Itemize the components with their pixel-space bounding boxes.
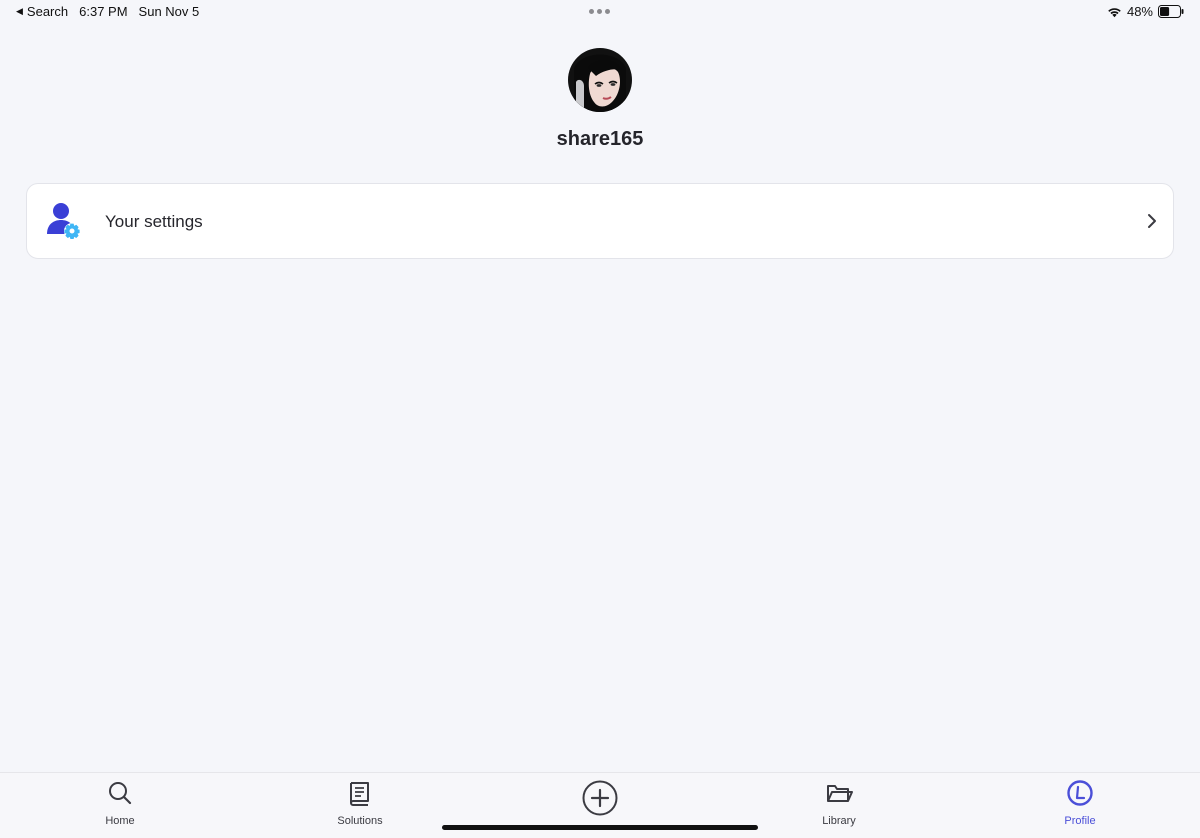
multitasking-menu-button[interactable] — [589, 9, 610, 14]
back-label: Search — [26, 4, 69, 19]
chevron-right-icon — [1148, 214, 1156, 228]
dot-icon — [589, 9, 594, 14]
profile-icon — [1067, 780, 1093, 806]
back-arrow-icon: ◀ — [16, 6, 23, 16]
status-time: 6:37 PM — [79, 4, 128, 19]
tab-label: Home — [105, 815, 135, 827]
tab-library[interactable]: Library — [789, 779, 889, 835]
status-right: 48% — [1107, 4, 1184, 19]
user-settings-icon — [47, 203, 80, 239]
battery-percent: 48% — [1126, 4, 1153, 19]
tab-home[interactable]: Home — [70, 779, 170, 835]
tab-profile[interactable]: Profile — [1030, 779, 1130, 835]
avatar[interactable] — [568, 48, 632, 112]
tab-solutions[interactable]: Solutions — [310, 779, 410, 835]
username: share165 — [556, 128, 644, 150]
plus-circle-icon[interactable] — [582, 780, 618, 816]
profile-screen: ◀ Search 6:37 PM Sun Nov 5 48% share165 … — [0, 0, 1200, 838]
wifi-icon — [1108, 7, 1121, 17]
battery-icon — [1158, 5, 1184, 18]
folder-icon — [827, 785, 853, 802]
home-indicator[interactable] — [442, 825, 758, 830]
status-bar: ◀ Search 6:37 PM Sun Nov 5 48% — [0, 0, 1200, 24]
dot-icon — [605, 9, 610, 14]
back-to-search-button[interactable]: ◀ Search — [16, 4, 68, 19]
tab-label: Solutions — [337, 815, 383, 827]
status-date: Sun Nov 5 — [138, 4, 200, 19]
book-icon — [350, 782, 369, 806]
your-settings-label: Your settings — [105, 212, 203, 231]
dot-icon — [597, 9, 602, 14]
tab-label: Profile — [1064, 815, 1096, 827]
tab-label: Library — [822, 815, 856, 827]
status-left: ◀ Search 6:37 PM Sun Nov 5 — [16, 4, 199, 19]
search-icon — [109, 782, 132, 805]
your-settings-row[interactable]: Your settings — [26, 183, 1174, 259]
avatar-illustration — [568, 48, 632, 112]
